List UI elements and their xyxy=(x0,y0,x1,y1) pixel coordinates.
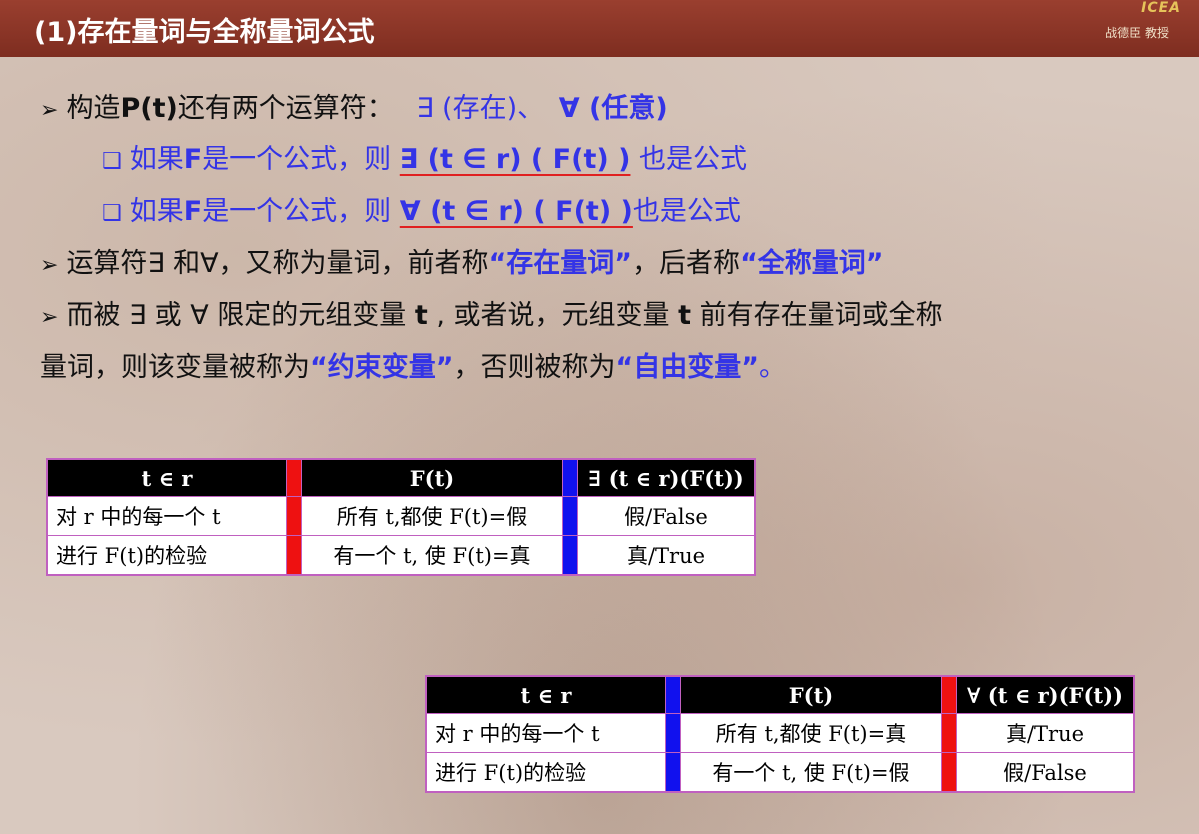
checkbox-bullet-icon: ❑ xyxy=(102,149,122,174)
forall-formula: ∀ (t ∈ r) ( F(t) ) xyxy=(399,196,633,227)
checkbox-bullet-icon: ❑ xyxy=(102,201,122,226)
blue-separator xyxy=(665,675,681,714)
sub-bullet-line-2: ❑ 如果F是一个公式，则 ∀ (t ∈ r) ( F(t) )也是公式 xyxy=(102,196,741,227)
slide-header: (1)存在量词与全称量词公式 ICEA 战德臣 教授 xyxy=(0,0,1199,57)
blue-separator xyxy=(665,752,681,793)
table-cell: 对 r 中的每一个 t xyxy=(425,713,666,753)
header-cell: t ∈ r xyxy=(425,675,666,714)
logo-mark: ICEA xyxy=(1141,0,1181,16)
author-label: 战德臣 教授 xyxy=(1105,26,1169,40)
sub-bullet-line-1: ❑ 如果F是一个公式，则 ∃ (t ∈ r) ( F(t) ) 也是公式 xyxy=(102,144,748,175)
table-cell: 对 r 中的每一个 t xyxy=(46,496,287,536)
blue-separator xyxy=(562,535,578,576)
red-separator xyxy=(941,675,957,714)
bullet-line-2: ➢ 运算符∃ 和∀，又称为量词，前者称“存在量词”，后者称“全称量词” xyxy=(40,248,884,279)
red-separator xyxy=(941,713,957,753)
table-cell: 进行 F(t)的检验 xyxy=(46,535,287,576)
header-cell: F(t) xyxy=(301,458,563,497)
table-header-row: t ∈ r F(t) ∃ (t ∈ r)(F(t)) xyxy=(46,458,756,497)
bullet-line-3-cont: 量词，则该变量被称为“约束变量”，否则被称为“自由变量”。 xyxy=(40,352,786,383)
table-header-row: t ∈ r F(t) ∀ (t ∈ r)(F(t)) xyxy=(425,675,1135,714)
header-cell: F(t) xyxy=(680,675,942,714)
table-cell: 假/False xyxy=(956,752,1135,793)
table-row: 对 r 中的每一个 t 所有 t,都使 F(t)=真 真/True xyxy=(425,713,1135,753)
bullet-line-3: ➢ 而被 ∃ 或 ∀ 限定的元组变量 t , 或者说，元组变量 t 前有存在量词或… xyxy=(40,300,943,331)
logo: ICEA 战德臣 教授 xyxy=(1041,0,1181,52)
exists-formula: ∃ (t ∈ r) ( F(t) ) xyxy=(399,144,631,175)
header-cell: ∃ (t ∈ r)(F(t)) xyxy=(577,458,756,497)
table-cell: 假/False xyxy=(577,496,756,536)
header-cell: t ∈ r xyxy=(46,458,287,497)
forall-truth-table: t ∈ r F(t) ∀ (t ∈ r)(F(t)) 对 r 中的每一个 t 所… xyxy=(425,675,1135,793)
blue-separator xyxy=(562,496,578,536)
slide-title: (1)存在量词与全称量词公式 xyxy=(34,17,375,48)
red-separator xyxy=(286,496,302,536)
table-cell: 进行 F(t)的检验 xyxy=(425,752,666,793)
red-separator xyxy=(286,535,302,576)
arrow-bullet-icon: ➢ xyxy=(40,305,59,330)
blue-separator xyxy=(665,713,681,753)
red-separator xyxy=(941,752,957,793)
table-cell: 所有 t,都使 F(t)=假 xyxy=(301,496,563,536)
table-row: 进行 F(t)的检验 有一个 t, 使 F(t)=假 假/False xyxy=(425,752,1135,793)
blue-separator xyxy=(562,458,578,497)
table-row: 对 r 中的每一个 t 所有 t,都使 F(t)=假 假/False xyxy=(46,496,756,536)
exists-truth-table: t ∈ r F(t) ∃ (t ∈ r)(F(t)) 对 r 中的每一个 t 所… xyxy=(46,458,756,576)
table-row: 进行 F(t)的检验 有一个 t, 使 F(t)=真 真/True xyxy=(46,535,756,576)
table-cell: 真/True xyxy=(956,713,1135,753)
arrow-bullet-icon: ➢ xyxy=(40,98,59,123)
bullet-line-1: ➢ 构造P(t)还有两个运算符： ∃ (存在)、 ∀ (任意) xyxy=(40,93,668,124)
header-cell: ∀ (t ∈ r)(F(t)) xyxy=(956,675,1135,714)
red-separator xyxy=(286,458,302,497)
table-cell: 有一个 t, 使 F(t)=假 xyxy=(680,752,942,793)
table-cell: 有一个 t, 使 F(t)=真 xyxy=(301,535,563,576)
arrow-bullet-icon: ➢ xyxy=(40,253,59,278)
table-cell: 真/True xyxy=(577,535,756,576)
table-cell: 所有 t,都使 F(t)=真 xyxy=(680,713,942,753)
